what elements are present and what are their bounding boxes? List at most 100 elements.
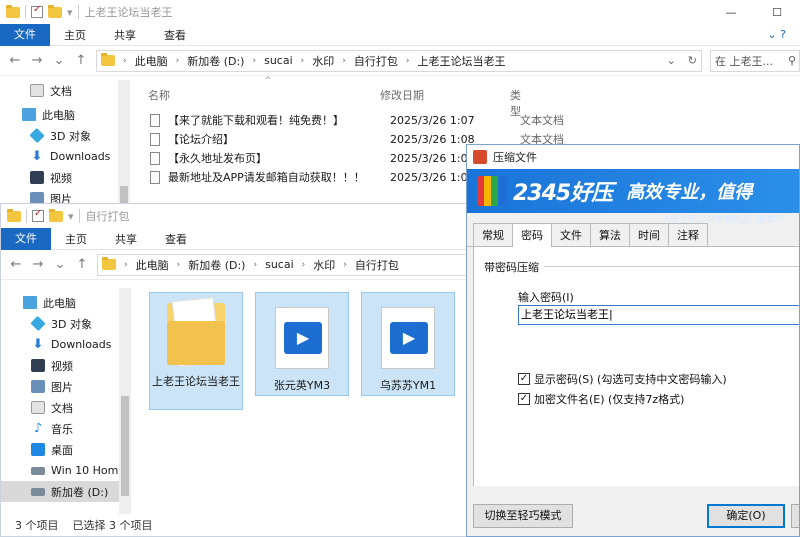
column-header-date[interactable]: 修改日期 [380,87,424,103]
breadcrumb-item[interactable]: 此电脑 [136,257,169,273]
sidebar-item-3d-objects[interactable]: 3D 对象 [1,313,119,334]
column-header-name[interactable]: 名称 [148,87,170,103]
ribbon-tab-share[interactable]: 共享 [100,27,150,43]
properties-icon[interactable] [32,208,44,222]
ribbon-tab-home[interactable]: 主页 [50,27,100,43]
chevron-right-icon: › [176,259,181,270]
customize-quick-access-icon[interactable]: ▾ [68,210,74,223]
ribbon-tab-file[interactable]: 文件 [1,227,51,250]
sidebar-scrollbar[interactable] [119,288,131,514]
breadcrumb-item[interactable]: 此电脑 [135,53,168,69]
breadcrumb-item[interactable]: sucai [265,258,294,271]
item-label: 上老王论坛当老王 [152,375,240,388]
up-arrow-icon[interactable]: ↑ [74,53,88,68]
forward-arrow-icon[interactable]: → [31,257,45,272]
cancel-button-partial[interactable] [791,504,799,528]
sidebar-item-desktop[interactable]: 桌面 [1,439,119,460]
switch-lite-mode-button[interactable]: 切换至轻巧模式 [473,504,573,528]
chevron-right-icon: › [124,259,128,270]
sidebar-item-3d-objects[interactable]: 3D 对象 [0,125,118,146]
minimize-icon[interactable]: — [708,6,754,19]
sidebar-item-label: 视频 [51,359,73,373]
breadcrumb-item[interactable]: 水印 [312,53,334,69]
ribbon-tab-view[interactable]: 查看 [150,27,200,43]
brand-banner: 2345好压 高效专业，值得 [467,169,799,213]
breadcrumb-item[interactable]: 自行打包 [355,257,399,273]
text-file-icon [150,113,160,127]
tab-time[interactable]: 时间 [629,223,669,246]
help-icon[interactable]: ⌄ ? [753,28,800,41]
ribbon-tab-home[interactable]: 主页 [51,231,101,247]
folder-icon [101,53,115,66]
new-folder-icon[interactable] [49,208,63,222]
back-arrow-icon[interactable]: ← [8,53,22,68]
sidebar-item-label: 文档 [50,84,72,98]
recent-locations-icon[interactable]: ⌄ [53,257,67,272]
address-row: ← → ⌄ ↑ › 此电脑 › 新加卷 (D:) › sucai › 水印 › … [1,250,479,280]
breadcrumb-item[interactable]: 新加卷 (D:) [188,257,245,273]
ribbon-tab-file[interactable]: 文件 [0,23,50,46]
ribbon-tab-view[interactable]: 查看 [151,231,201,247]
sidebar-item-videos[interactable]: 视频 [0,167,118,188]
chevron-right-icon: › [300,55,305,66]
document-icon [30,84,44,97]
video-icon [31,359,45,372]
new-folder-icon[interactable] [48,4,62,18]
tab-password[interactable]: 密码 [512,223,552,247]
file-name: 【永久地址发布页】 [168,152,267,165]
sidebar-item-label: 此电脑 [43,296,76,310]
file-date: 2025/3/26 1:07 [390,113,475,127]
sort-up-icon: ^ [264,76,272,86]
breadcrumb-item[interactable]: 新加卷 (D:) [187,53,244,69]
breadcrumb-item[interactable]: 水印 [313,257,335,273]
up-arrow-icon[interactable]: ↑ [75,257,89,272]
back-arrow-icon[interactable]: ← [9,257,23,272]
video-file-item[interactable]: ▶ 乌苏苏YM1 [361,292,455,396]
sidebar-scrollbar[interactable] [118,80,130,210]
selected-count: 已选择 3 个项目 [72,519,153,532]
password-input[interactable]: 上老王论坛当老王| [518,305,799,325]
sidebar-item-pictures[interactable]: 图片 [1,376,119,397]
breadcrumb-item[interactable]: sucai [264,54,293,67]
sidebar-item-d-drive[interactable]: 新加卷 (D:) [1,481,119,502]
tab-files[interactable]: 文件 [551,223,591,246]
sidebar-item-documents[interactable]: 文档 [1,397,119,418]
address-bar[interactable]: › 此电脑 › 新加卷 (D:) › sucai › 水印 › 自行打包 › 上… [96,49,702,72]
ribbon-tab-share[interactable]: 共享 [101,231,151,247]
sidebar-item-this-pc[interactable]: 此电脑 [1,292,119,313]
chevron-right-icon: › [175,55,180,66]
tab-comment[interactable]: 注释 [668,223,708,246]
forward-arrow-icon[interactable]: → [30,53,44,68]
encrypt-filenames-checkbox[interactable]: ✓ 加密文件名(E) (仅支持7z格式) [518,391,684,407]
sidebar-item-documents[interactable]: 文档 [0,80,118,101]
recent-locations-icon[interactable]: ⌄ [52,53,66,68]
tab-algorithm[interactable]: 算法 [590,223,630,246]
sidebar-item-downloads[interactable]: ⬇ Downloads [0,146,118,167]
file-row[interactable]: 【来了就能下载和观看！纯免费！】 2025/3/26 1:07 文本文档 [150,110,570,130]
refresh-icon[interactable]: ↻ [688,54,701,67]
tab-general[interactable]: 常规 [473,223,513,246]
sidebar-item-win10-drive[interactable]: Win 10 Home [1,460,119,481]
sidebar-item-music[interactable]: ♪ 音乐 [1,418,119,439]
scrollbar-thumb[interactable] [121,396,129,496]
search-input[interactable]: 在 上老王... ⚲ [710,49,800,72]
dropdown-icon[interactable]: ⌄ [667,54,680,67]
breadcrumb-item[interactable]: 自行打包 [354,53,398,69]
maximize-icon[interactable]: ☐ [754,6,800,19]
breadcrumb-item[interactable]: 上老王论坛当老王 [417,53,505,69]
checkbox-checked-icon: ✓ [518,393,530,405]
sidebar-item-downloads[interactable]: ⬇ Downloads [1,334,119,355]
sidebar-item-label: 3D 对象 [51,317,92,331]
properties-icon[interactable] [31,4,43,18]
address-bar[interactable]: › 此电脑 › 新加卷 (D:) › sucai › 水印 › 自行打包 [97,253,479,276]
ok-button[interactable]: 确定(O) [707,504,785,528]
sidebar-item-videos[interactable]: 视频 [1,355,119,376]
item-label: 张元英YM3 [273,379,331,392]
sidebar-item-this-pc[interactable]: 此电脑 [0,104,118,125]
show-password-checkbox[interactable]: ✓ 显示密码(S) (勾选可支持中文密码输入) [518,371,727,387]
brand-name: 2345好压 [513,181,613,206]
dialog-title-bar: 压缩文件 [467,145,799,169]
customize-quick-access-icon[interactable]: ▾ [67,6,73,19]
video-file-item[interactable]: ▶ 张元英YM3 [255,292,349,396]
folder-item[interactable]: 上老王论坛当老王 [149,292,243,410]
